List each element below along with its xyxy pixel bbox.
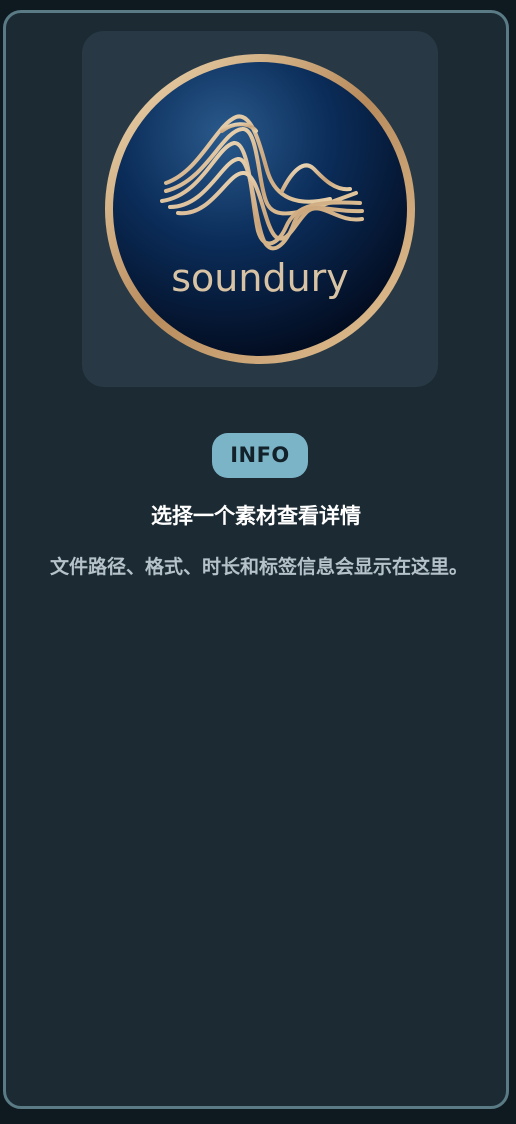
empty-state-description: 文件路径、格式、时长和标签信息会显示在这里。 <box>49 556 468 578</box>
details-panel: soundury INFO 选择一个素材查看详情 文件路径、格式、时长和标签信息… <box>3 10 509 1109</box>
empty-state-title: 选择一个素材查看详情 <box>151 504 361 528</box>
logo-wordmark: soundury <box>171 256 349 300</box>
soundury-logo-icon: soundury <box>105 54 415 364</box>
info-badge: INFO <box>212 433 308 478</box>
logo-tile: soundury <box>82 31 438 387</box>
